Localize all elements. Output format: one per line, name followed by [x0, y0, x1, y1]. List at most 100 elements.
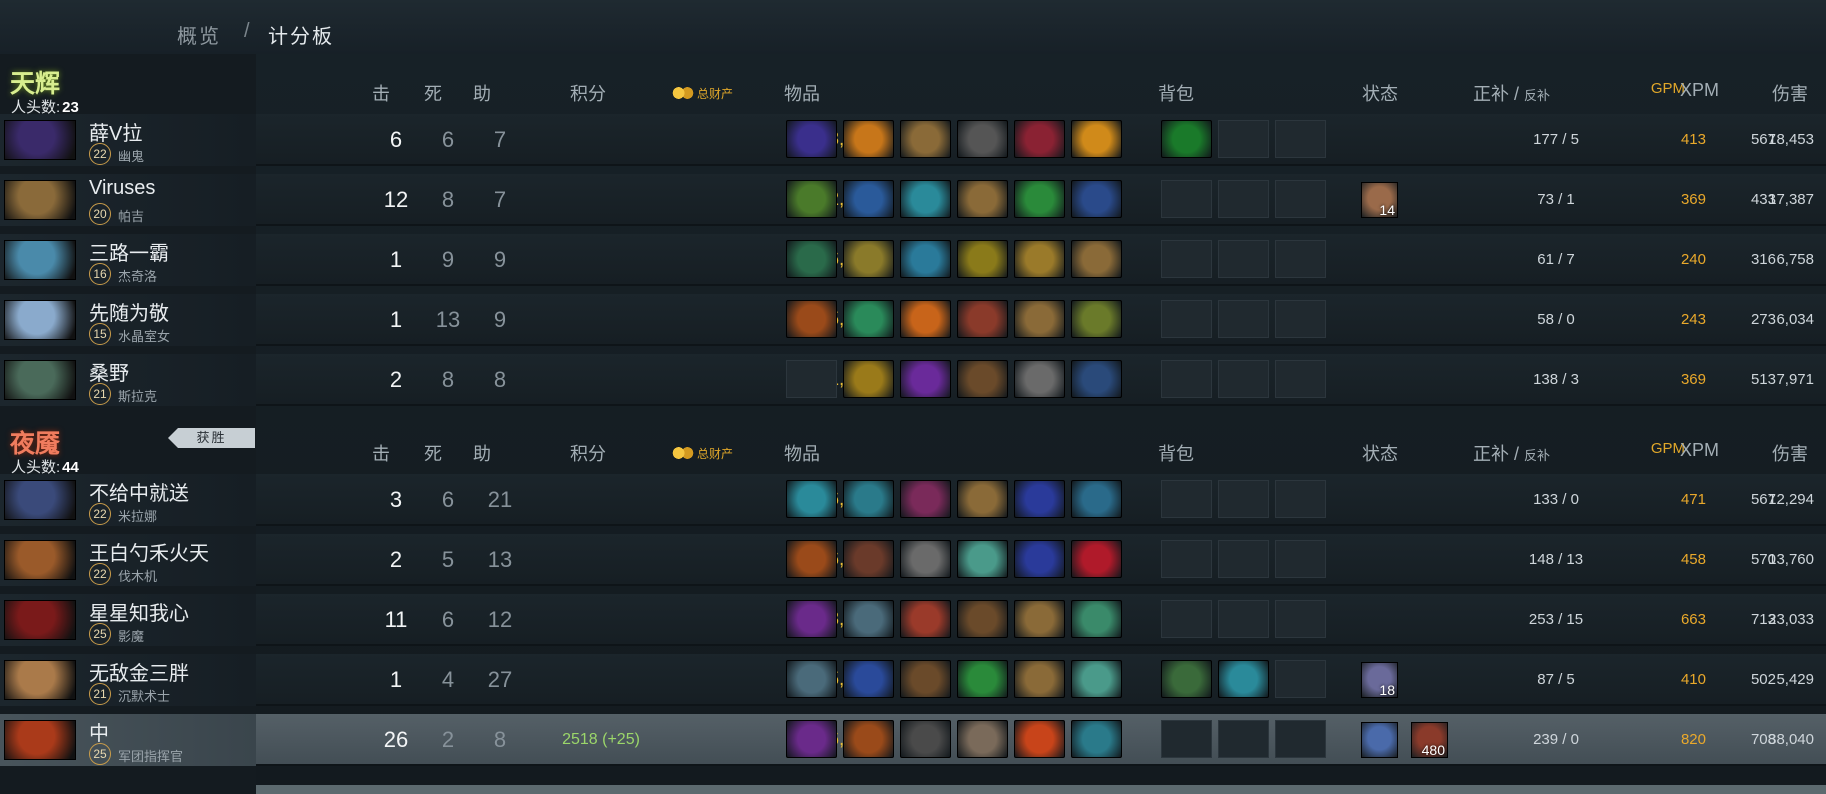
item-icon[interactable] [957, 300, 1008, 338]
backpack-slot[interactable] [1218, 720, 1269, 758]
item-icon[interactable] [900, 480, 951, 518]
item-icon[interactable] [957, 600, 1008, 638]
backpack-slot[interactable] [1275, 300, 1326, 338]
item-icon[interactable] [1014, 660, 1065, 698]
backpack-slot[interactable] [1275, 360, 1326, 398]
item-icon[interactable] [900, 300, 951, 338]
backpack-slot[interactable] [1275, 480, 1326, 518]
backpack-slot[interactable] [1218, 480, 1269, 518]
backpack-slot[interactable] [1161, 240, 1212, 278]
item-icon[interactable] [900, 240, 951, 278]
item-icon[interactable] [1014, 240, 1065, 278]
backpack-slot[interactable] [1218, 180, 1269, 218]
backpack-slot[interactable] [1161, 360, 1212, 398]
item-icon[interactable] [1014, 720, 1065, 758]
player-card[interactable]: 三路一霸 16 杰奇洛 [0, 234, 256, 286]
backpack-slot[interactable] [1218, 240, 1269, 278]
player-name[interactable]: 中 [89, 717, 109, 746]
backpack-slot[interactable] [1161, 480, 1212, 518]
item-icon[interactable] [843, 600, 894, 638]
item-icon[interactable] [1071, 720, 1122, 758]
item-icon[interactable] [1071, 360, 1122, 398]
status-buff-icon[interactable]: 14 [1361, 182, 1398, 218]
item-icon[interactable] [786, 180, 837, 218]
item-icon[interactable] [957, 660, 1008, 698]
item-icon[interactable] [900, 120, 951, 158]
item-icon[interactable] [843, 540, 894, 578]
item-icon[interactable] [786, 600, 837, 638]
item-icon[interactable] [957, 240, 1008, 278]
player-name[interactable]: 先随为敬 [89, 297, 169, 326]
item-icon[interactable] [843, 240, 894, 278]
item-icon[interactable] [786, 720, 837, 758]
backpack-slot[interactable] [1275, 660, 1326, 698]
item-icon[interactable] [1014, 300, 1065, 338]
item-icon[interactable] [1071, 300, 1122, 338]
backpack-slot[interactable] [1275, 540, 1326, 578]
item-icon[interactable] [843, 480, 894, 518]
item-icon[interactable] [1071, 600, 1122, 638]
backpack-item-icon[interactable] [1161, 120, 1212, 158]
backpack-slot[interactable] [1161, 300, 1212, 338]
player-card[interactable]: 桑野 21 斯拉克 [0, 354, 256, 406]
item-icon[interactable] [1014, 360, 1065, 398]
item-icon[interactable] [786, 540, 837, 578]
item-icon[interactable] [957, 120, 1008, 158]
item-icon[interactable] [957, 720, 1008, 758]
status-buff-icon[interactable] [1361, 722, 1398, 758]
backpack-slot[interactable] [1161, 600, 1212, 638]
player-card[interactable]: 无敌金三胖 21 沉默术士 [0, 654, 256, 706]
backpack-slot[interactable] [1161, 720, 1212, 758]
item-icon[interactable] [1014, 600, 1065, 638]
backpack-slot[interactable] [1275, 600, 1326, 638]
item-icon[interactable] [900, 720, 951, 758]
item-icon[interactable] [900, 360, 951, 398]
backpack-slot[interactable] [1218, 600, 1269, 638]
player-card[interactable]: 薛V拉 22 幽鬼 [0, 114, 256, 166]
backpack-slot[interactable] [1161, 540, 1212, 578]
item-icon[interactable] [843, 360, 894, 398]
player-name[interactable]: 无敌金三胖 [89, 657, 189, 686]
player-name[interactable]: Viruses [89, 177, 155, 200]
backpack-slot[interactable] [1218, 120, 1269, 158]
backpack-slot[interactable] [1275, 120, 1326, 158]
item-icon[interactable] [843, 120, 894, 158]
player-name[interactable]: 三路一霸 [89, 237, 169, 266]
backpack-slot[interactable] [1218, 300, 1269, 338]
breadcrumb-overview[interactable]: 概览 [177, 20, 221, 49]
player-card[interactable]: 星星知我心 25 影魔 [0, 594, 256, 646]
hero-portrait[interactable] [4, 300, 76, 340]
item-icon[interactable] [843, 300, 894, 338]
item-icon[interactable] [1071, 540, 1122, 578]
hero-portrait[interactable] [4, 240, 76, 280]
item-icon[interactable] [957, 540, 1008, 578]
item-icon[interactable] [1014, 180, 1065, 218]
item-icon[interactable] [957, 480, 1008, 518]
player-name[interactable]: 不给中就送 [89, 477, 189, 506]
item-icon[interactable] [786, 120, 837, 158]
item-icon[interactable] [843, 660, 894, 698]
status-buff-icon[interactable]: 18 [1361, 662, 1398, 698]
item-icon[interactable] [1071, 660, 1122, 698]
backpack-item-icon[interactable] [1218, 660, 1269, 698]
item-icon[interactable] [957, 360, 1008, 398]
item-icon[interactable] [957, 180, 1008, 218]
item-icon[interactable] [786, 660, 837, 698]
player-name[interactable]: 王白勺禾火天 [89, 537, 209, 566]
item-icon[interactable] [786, 240, 837, 278]
item-icon[interactable] [843, 720, 894, 758]
player-card[interactable]: 王白勺禾火天 22 伐木机 [0, 534, 256, 586]
player-card[interactable]: 中 25 军团指挥官 [0, 714, 256, 766]
horizontal-scrollbar[interactable] [256, 785, 1826, 794]
item-icon[interactable] [900, 660, 951, 698]
hero-portrait[interactable] [4, 120, 76, 160]
hero-portrait[interactable] [4, 540, 76, 580]
item-icon[interactable] [786, 300, 837, 338]
player-name[interactable]: 薛V拉 [89, 117, 142, 146]
backpack-slot[interactable] [1275, 180, 1326, 218]
backpack-item-icon[interactable] [1161, 660, 1212, 698]
player-name[interactable]: 桑野 [89, 357, 129, 386]
hero-portrait[interactable] [4, 180, 76, 220]
player-card[interactable]: 不给中就送 22 米拉娜 [0, 474, 256, 526]
item-icon[interactable] [1071, 240, 1122, 278]
